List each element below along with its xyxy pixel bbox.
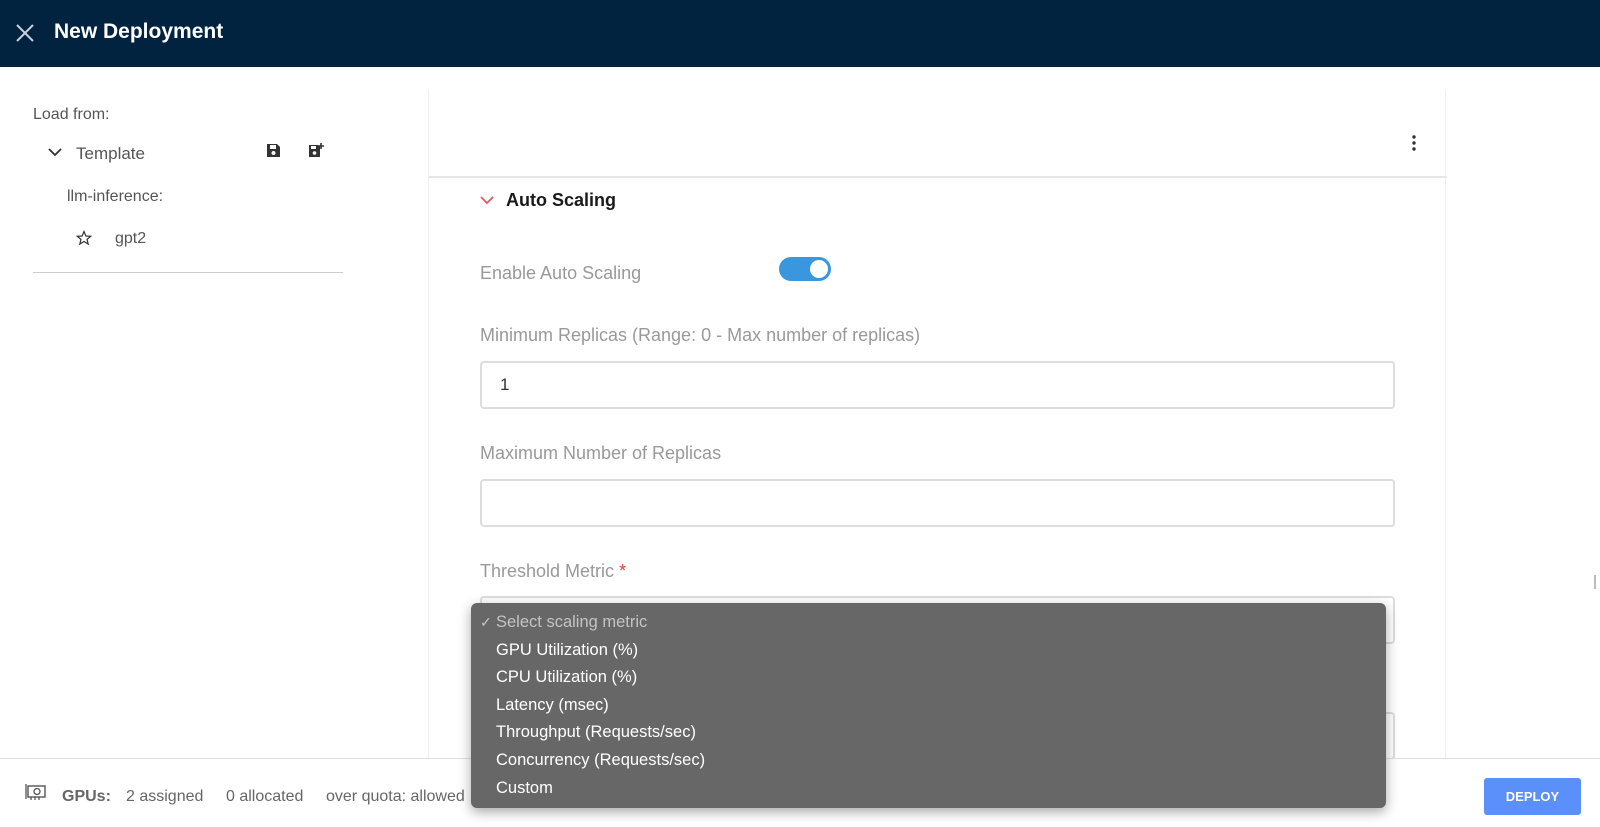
sidebar-divider bbox=[33, 272, 343, 273]
gpus-over-quota: over quota: allowed bbox=[326, 788, 465, 805]
enable-auto-scaling-toggle[interactable] bbox=[779, 257, 831, 281]
max-replicas-label: Maximum Number of Replicas bbox=[480, 443, 722, 463]
max-replicas-input[interactable] bbox=[480, 479, 1395, 527]
section-title: Auto Scaling bbox=[506, 190, 617, 210]
gpus-assigned: 2 assigned bbox=[126, 788, 204, 805]
chevron-down-icon[interactable] bbox=[47, 144, 63, 160]
threshold-metric-label-text: Threshold Metric bbox=[480, 561, 615, 581]
template-item-gpt2[interactable]: gpt2 bbox=[33, 228, 343, 256]
close-icon[interactable] bbox=[13, 21, 37, 45]
threshold-metric-label: Threshold Metric * bbox=[480, 561, 626, 582]
star-icon[interactable] bbox=[75, 229, 93, 246]
panel-divider bbox=[429, 176, 1447, 178]
more-options-icon[interactable] bbox=[1407, 134, 1421, 152]
toggle-knob bbox=[810, 260, 828, 278]
scroll-handle[interactable] bbox=[1594, 575, 1600, 589]
enable-auto-scaling-label: Enable Auto Scaling bbox=[480, 263, 642, 283]
dropdown-option-gpu-utilization[interactable]: GPU Utilization (%) bbox=[471, 637, 1386, 665]
gpus-allocated: 0 allocated bbox=[226, 788, 304, 805]
dropdown-option-label: Select scaling metric bbox=[496, 613, 648, 631]
required-mark: * bbox=[619, 561, 627, 581]
save-icon[interactable] bbox=[265, 142, 282, 159]
gpu-icon bbox=[25, 783, 47, 801]
load-from-label: Load from: bbox=[33, 106, 110, 123]
deploy-button[interactable]: DEPLOY bbox=[1484, 778, 1581, 815]
dropdown-option-concurrency[interactable]: Concurrency (Requests/sec) bbox=[471, 747, 1386, 775]
dropdown-option-custom[interactable]: Custom bbox=[471, 775, 1386, 803]
min-replicas-input[interactable] bbox=[480, 361, 1395, 409]
save-as-icon[interactable] bbox=[307, 142, 325, 160]
template-group-label: llm-inference: bbox=[67, 188, 164, 205]
gpus-label: GPUs: bbox=[62, 788, 111, 805]
template-toggle[interactable]: Template bbox=[33, 140, 343, 170]
template-item-label: gpt2 bbox=[115, 230, 147, 247]
dropdown-option-latency[interactable]: Latency (msec) bbox=[471, 692, 1386, 720]
template-label: Template bbox=[76, 144, 145, 163]
dropdown-option-throughput[interactable]: Throughput (Requests/sec) bbox=[471, 719, 1386, 747]
dropdown-option-select-scaling-metric[interactable]: ✓ Select scaling metric bbox=[471, 609, 1386, 637]
check-icon: ✓ bbox=[480, 614, 492, 630]
dropdown-option-cpu-utilization[interactable]: CPU Utilization (%) bbox=[471, 664, 1386, 692]
min-replicas-label: Minimum Replicas (Range: 0 - Max number … bbox=[480, 325, 921, 345]
chevron-down-icon[interactable] bbox=[479, 192, 495, 208]
threshold-metric-dropdown: ✓ Select scaling metric GPU Utilization (… bbox=[471, 603, 1386, 808]
page-title: New Deployment bbox=[54, 20, 224, 43]
top-bar: New Deployment bbox=[0, 0, 1600, 67]
